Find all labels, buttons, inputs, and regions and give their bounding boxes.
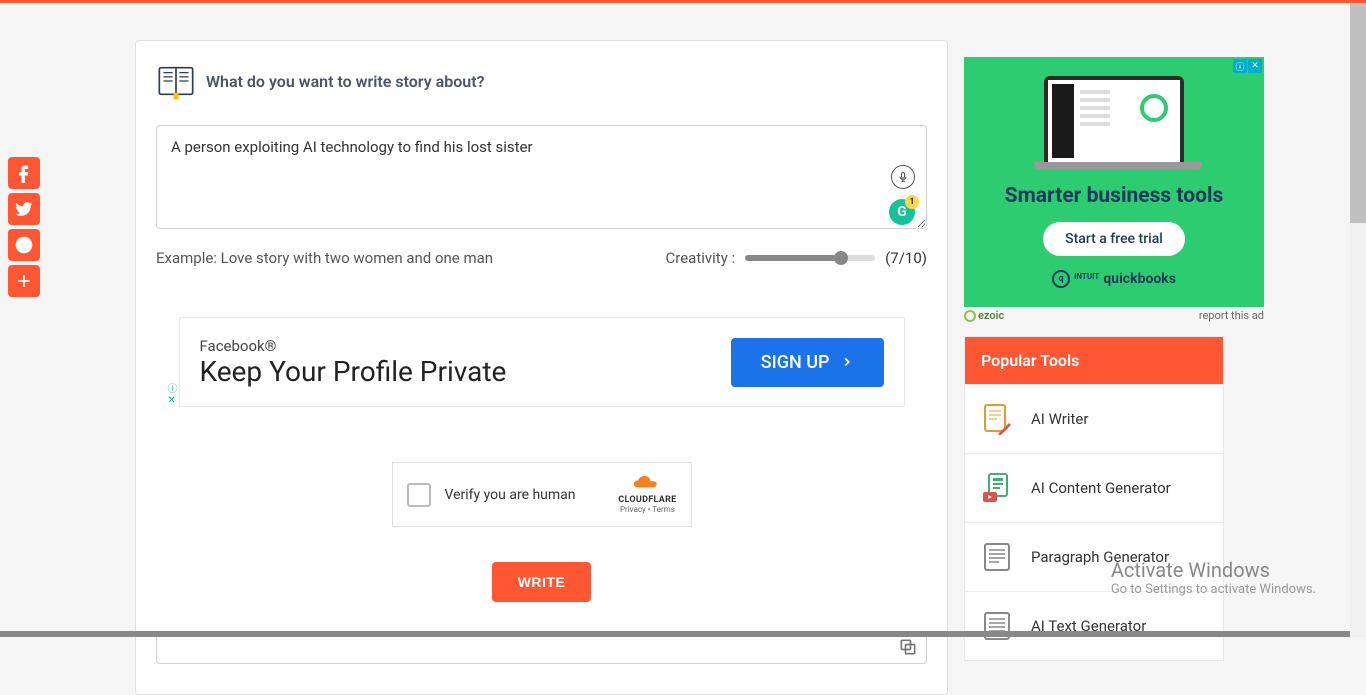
ad-marker-icon[interactable]: ⓘ✕ (168, 380, 178, 406)
grammarly-icon[interactable]: G (889, 199, 915, 225)
microphone-button[interactable] (891, 165, 915, 189)
content-icon (981, 472, 1013, 504)
creativity-value: (7/10) (885, 249, 927, 267)
facebook-share-button[interactable] (8, 157, 40, 189)
writer-icon (981, 403, 1013, 435)
captcha-text: Verify you are human (445, 487, 605, 503)
inline-ad[interactable]: ⓘ✕ Facebook® Keep Your Profile Private S… (179, 317, 905, 407)
copy-icon[interactable] (898, 637, 918, 657)
paragraph-icon (981, 541, 1013, 573)
ad-trial-button[interactable]: Start a free trial (1043, 222, 1185, 256)
tool-content-generator[interactable]: AI Content Generator (965, 453, 1223, 522)
popular-tools-panel: Popular Tools AI Writer AI Content Gener… (964, 336, 1224, 661)
popular-tools-header: Popular Tools (965, 337, 1223, 384)
captcha-widget: Verify you are human CLOUDFLARE Privacy … (392, 462, 692, 527)
prompt-label: What do you want to write story about? (206, 72, 484, 91)
story-prompt-input[interactable] (156, 125, 927, 229)
tool-ai-writer[interactable]: AI Writer (965, 384, 1223, 453)
vertical-scrollbar[interactable] (1350, 3, 1366, 637)
report-ad-link[interactable]: report this ad (1199, 309, 1264, 322)
tool-text-generator[interactable]: AI Text Generator (965, 591, 1223, 660)
more-share-button[interactable] (8, 265, 40, 297)
twitter-share-button[interactable] (8, 193, 40, 225)
captcha-checkbox[interactable] (407, 483, 431, 507)
ad-footer: ezoic report this ad (964, 307, 1264, 324)
cloudflare-logo: CLOUDFLARE Privacy • Terms (618, 475, 676, 514)
tool-paragraph-generator[interactable]: Paragraph Generator (965, 522, 1223, 591)
horizontal-scrollbar[interactable] (0, 631, 1350, 637)
creativity-slider[interactable] (745, 255, 875, 261)
write-button[interactable]: WRITE (492, 562, 592, 602)
main-card: What do you want to write story about? G… (135, 40, 948, 695)
ad-brand: Facebook® (200, 337, 507, 355)
top-accent-bar (0, 0, 1366, 3)
text-icon (981, 610, 1013, 642)
ad-title: Smarter business tools (1005, 184, 1224, 208)
creativity-control: Creativity : (7/10) (666, 249, 928, 267)
sidebar-ad[interactable]: ⓘ✕ Smarter business tools Start a free t… (964, 57, 1264, 307)
book-icon (156, 61, 196, 101)
reddit-share-button[interactable] (8, 229, 40, 261)
ad-signup-button[interactable]: SIGN UP (731, 338, 884, 387)
social-share-column (8, 157, 40, 297)
ad-headline: Keep Your Profile Private (200, 355, 507, 388)
creativity-label: Creativity : (666, 249, 736, 267)
ad-close-icon[interactable]: ⓘ✕ (1233, 59, 1262, 73)
quickbooks-logo: qINTUITquickbooks (1052, 270, 1176, 288)
ezoic-logo[interactable]: ezoic (964, 309, 1004, 322)
example-text: Example: Love story with two women and o… (156, 249, 493, 267)
